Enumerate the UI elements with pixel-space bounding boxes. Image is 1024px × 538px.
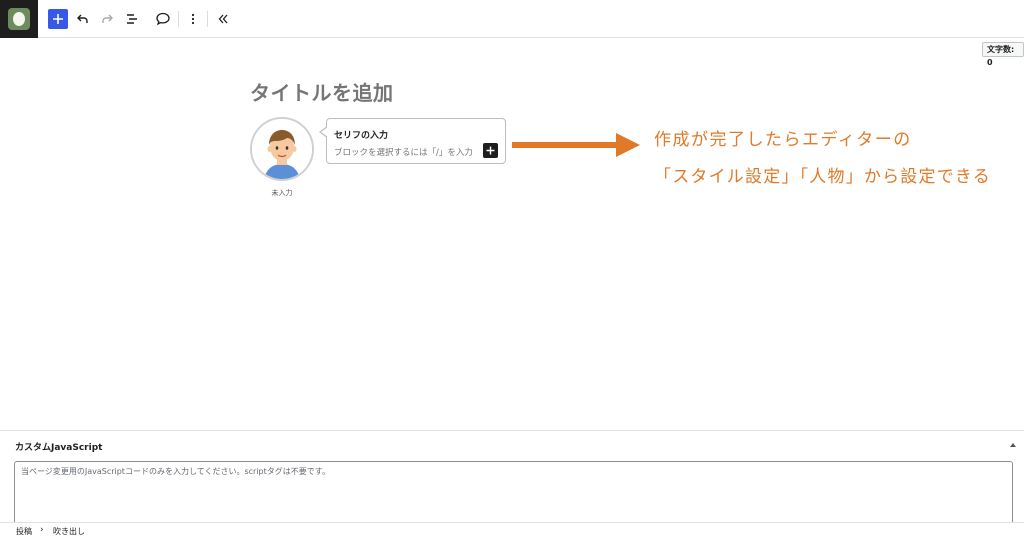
post-title-field[interactable]: タイトルを追加 (250, 77, 394, 106)
undo-icon (77, 14, 88, 23)
annotation-text-line1: 作成が完了したらエディターの (654, 130, 912, 150)
redo-button[interactable] (97, 9, 117, 29)
plus-icon (486, 146, 495, 155)
document-overview-button[interactable] (122, 9, 142, 29)
chevrons-left-icon (218, 14, 228, 24)
toolbar-divider (207, 11, 208, 27)
block-breadcrumb: 投稿 › 吹き出し (0, 522, 1024, 538)
annotation-text-line2: 「スタイル設定」「人物」から設定できる (654, 167, 991, 187)
avatar-name-label[interactable]: 未入力 (254, 188, 310, 198)
plus-icon (53, 14, 63, 24)
editor-toolbar (0, 0, 1024, 38)
comment-button[interactable] (153, 9, 173, 29)
undo-button[interactable] (73, 9, 93, 29)
word-count-badge: 文字数: 0 (982, 42, 1024, 67)
more-vertical-icon (191, 13, 195, 25)
collapse-button[interactable] (213, 9, 233, 29)
editor-window: 文字数: 0 タイトルを追加 未入力 セリフの入力 ブロックを選択するには「/」… (0, 0, 1024, 538)
speech-bubble-placeholder[interactable]: ブロックを選択するには「/」を入力 (334, 146, 482, 158)
add-block-button[interactable] (48, 9, 68, 29)
options-button[interactable] (183, 9, 203, 29)
breadcrumb-item-speech-bubble[interactable]: 吹き出し (53, 526, 85, 537)
speech-bubble-title: セリフの入力 (334, 131, 389, 141)
custom-javascript-panel: カスタムJavaScript 当ページ変更用のJavaScriptコードのみを入… (0, 430, 1024, 523)
annotation-arrow (512, 133, 640, 157)
speech-bubble-tail-fill (321, 127, 328, 137)
list-view-icon (127, 14, 137, 24)
panel-title: カスタムJavaScript (15, 443, 103, 453)
triangle-up-icon (1010, 443, 1016, 447)
speech-bubble-icon (156, 12, 170, 26)
block-inserter-button[interactable] (483, 143, 498, 158)
panel-toggle-button[interactable] (1008, 440, 1018, 450)
redo-icon (102, 14, 113, 23)
custom-javascript-textarea[interactable]: 当ページ変更用のJavaScriptコードのみを入力してください。scriptタ… (14, 461, 1013, 523)
site-icon[interactable] (0, 0, 38, 38)
toolbar-divider (178, 11, 179, 27)
chevron-right-icon: › (40, 525, 44, 535)
person-avatar-icon (252, 119, 312, 179)
breadcrumb-item-post[interactable]: 投稿 (16, 526, 32, 537)
avatar (250, 117, 314, 181)
